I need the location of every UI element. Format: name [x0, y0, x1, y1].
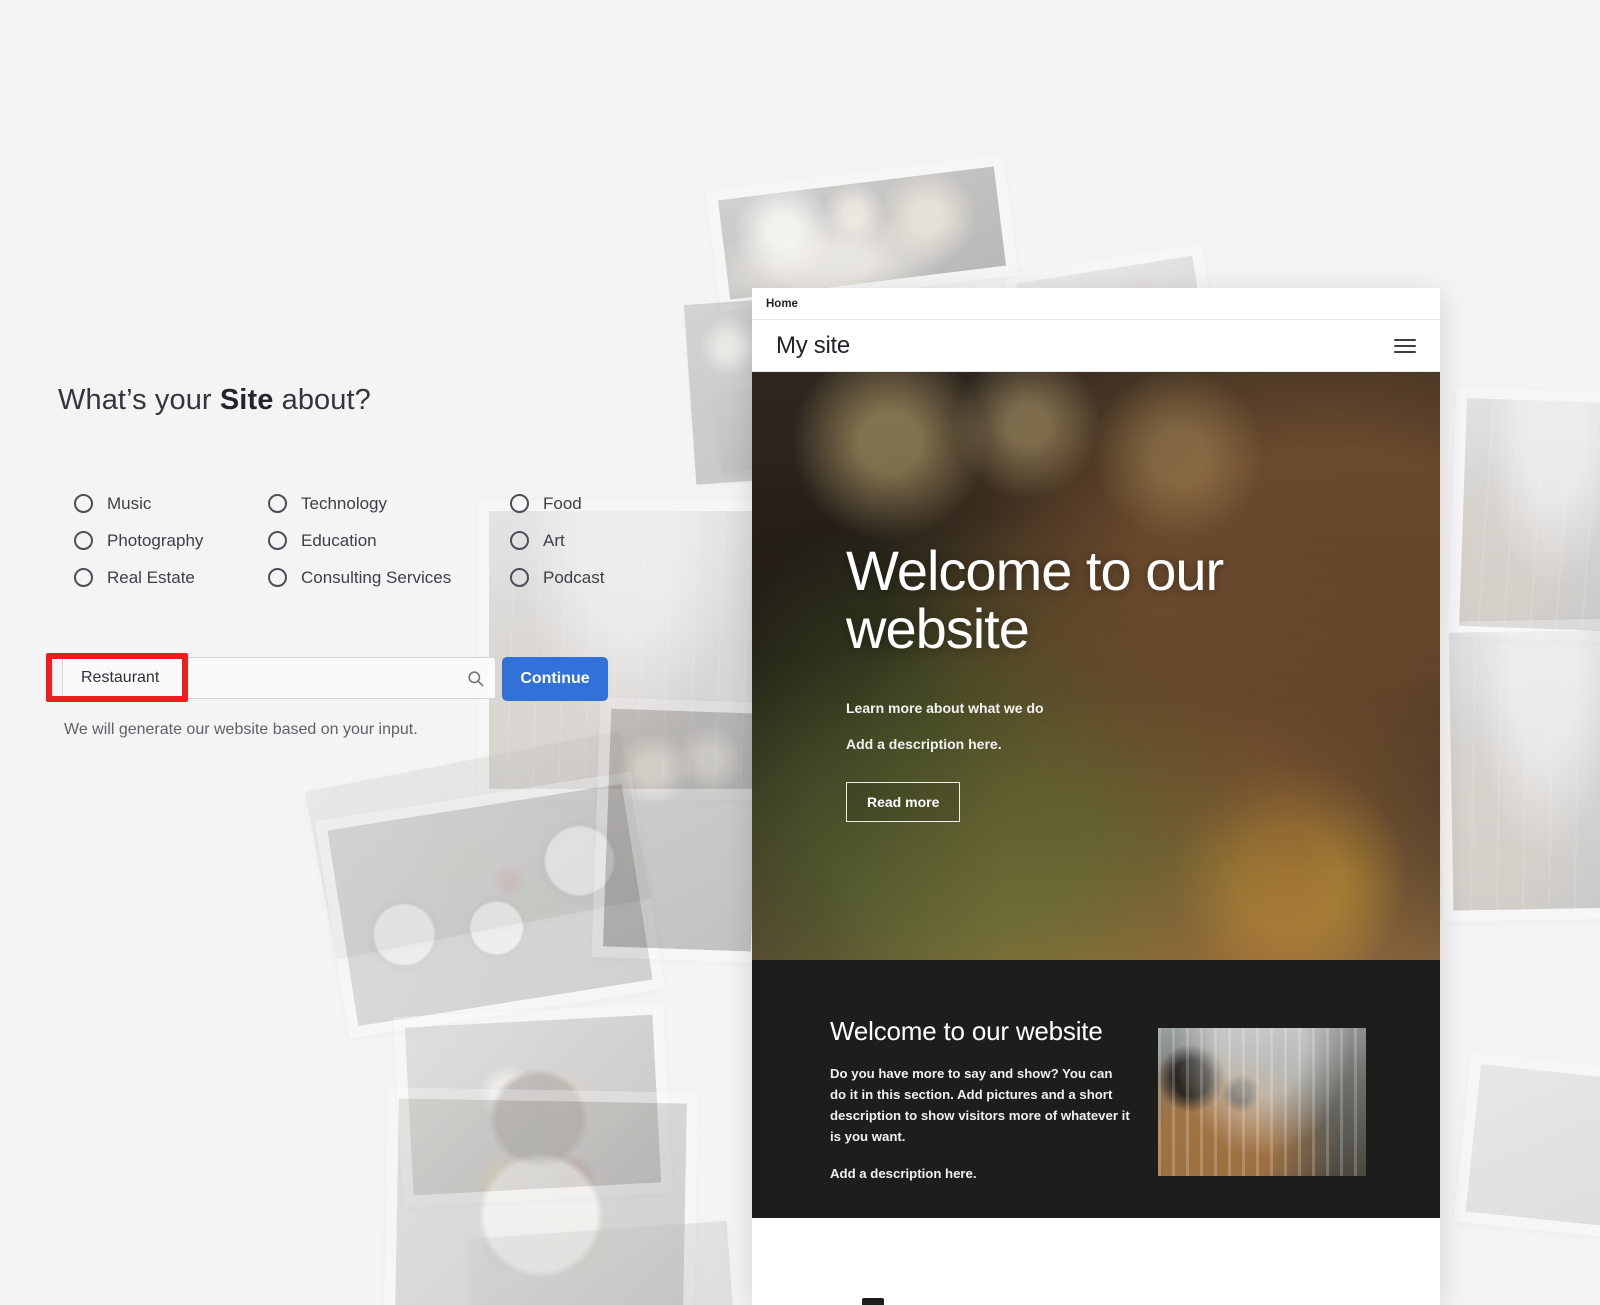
radio-option-art[interactable]: Art [510, 522, 604, 559]
radio-circle-icon[interactable] [74, 568, 93, 587]
hero-subtitle: Learn more about what we do [846, 700, 1044, 717]
radio-circle-icon[interactable] [268, 568, 287, 587]
dark-section-image [1158, 1028, 1366, 1176]
headline-prefix: What’s your [58, 384, 220, 416]
site-title: My site [776, 331, 850, 359]
search-field-wrapper[interactable] [62, 657, 496, 699]
hero-description: Add a description here. [846, 736, 1002, 753]
site-topic-form: What’s your Site about? Music Photograph… [0, 0, 700, 1305]
hamburger-line [1394, 350, 1416, 353]
page-title: What’s your Site about? [58, 384, 371, 417]
preview-footer-section [752, 1218, 1440, 1305]
radio-option-education[interactable]: Education [268, 522, 451, 559]
continue-button[interactable]: Continue [502, 657, 608, 701]
partial-heading-glyph [862, 1298, 884, 1305]
topic-column-1: Music Photography Real Estate [74, 485, 203, 596]
hero-heading: Welcome to our website [846, 539, 1224, 661]
hamburger-line [1394, 344, 1416, 347]
radio-circle-icon[interactable] [510, 531, 529, 550]
hamburger-menu-icon[interactable] [1394, 338, 1416, 353]
collage-photo-cafe-right [1437, 618, 1600, 922]
read-more-button[interactable]: Read more [846, 782, 961, 823]
search-icon[interactable] [455, 669, 495, 688]
radio-label: Real Estate [107, 567, 195, 587]
radio-circle-icon[interactable] [74, 531, 93, 550]
radio-label: Education [301, 530, 377, 550]
radio-option-consulting-services[interactable]: Consulting Services [268, 559, 451, 596]
radio-option-photography[interactable]: Photography [74, 522, 203, 559]
radio-circle-icon[interactable] [268, 494, 287, 513]
page-root: What’s your Site about? Music Photograph… [0, 0, 1600, 1305]
radio-circle-icon[interactable] [510, 568, 529, 587]
radio-label: Music [107, 493, 152, 513]
radio-option-real-estate[interactable]: Real Estate [74, 559, 203, 596]
dark-section-paragraph-2: Add a description here. [830, 1165, 977, 1181]
radio-label: Podcast [543, 567, 605, 587]
radio-label: Photography [107, 530, 204, 550]
radio-option-music[interactable]: Music [74, 485, 203, 522]
dark-section-inner: Welcome to our website Do you have more … [752, 1016, 1440, 1181]
radio-label: Art [543, 530, 565, 550]
collage-photo-blank-right [1453, 1052, 1600, 1238]
radio-option-podcast[interactable]: Podcast [510, 559, 604, 596]
hero-content: Welcome to our website Learn more about … [846, 539, 1246, 823]
dark-section-heading: Welcome to our website [830, 1016, 1103, 1046]
radio-option-technology[interactable]: Technology [268, 485, 451, 522]
radio-circle-icon[interactable] [510, 494, 529, 513]
radio-label: Consulting Services [301, 567, 452, 587]
tab-home[interactable]: Home [766, 298, 798, 310]
hamburger-line [1394, 338, 1416, 341]
dark-content-section: Welcome to our website Do you have more … [752, 960, 1440, 1218]
radio-label: Food [543, 493, 582, 513]
topic-column-3: Food Art Podcast [510, 485, 604, 596]
radio-label: Technology [301, 493, 388, 513]
radio-circle-icon[interactable] [74, 494, 93, 513]
radio-circle-icon[interactable] [268, 531, 287, 550]
dark-section-text: Welcome to our website Do you have more … [830, 1016, 1130, 1181]
form-hint-text: We will generate our website based on yo… [64, 721, 418, 738]
collage-photo-interior-right [1447, 386, 1600, 644]
dark-section-paragraph: Do you have more to say and show? You ca… [830, 1066, 1130, 1145]
site-preview-card: Home My site Welcome to our website Lear… [752, 288, 1440, 1305]
search-input[interactable] [63, 669, 455, 687]
headline-suffix: about? [273, 384, 371, 416]
headline-strong: Site [219, 384, 274, 416]
hero-section: Welcome to our website Learn more about … [752, 372, 1440, 960]
preview-site-header: My site [752, 320, 1440, 372]
radio-option-food[interactable]: Food [510, 485, 604, 522]
topic-column-2: Technology Education Consulting Services [268, 485, 451, 596]
preview-tab-bar: Home [752, 288, 1440, 320]
